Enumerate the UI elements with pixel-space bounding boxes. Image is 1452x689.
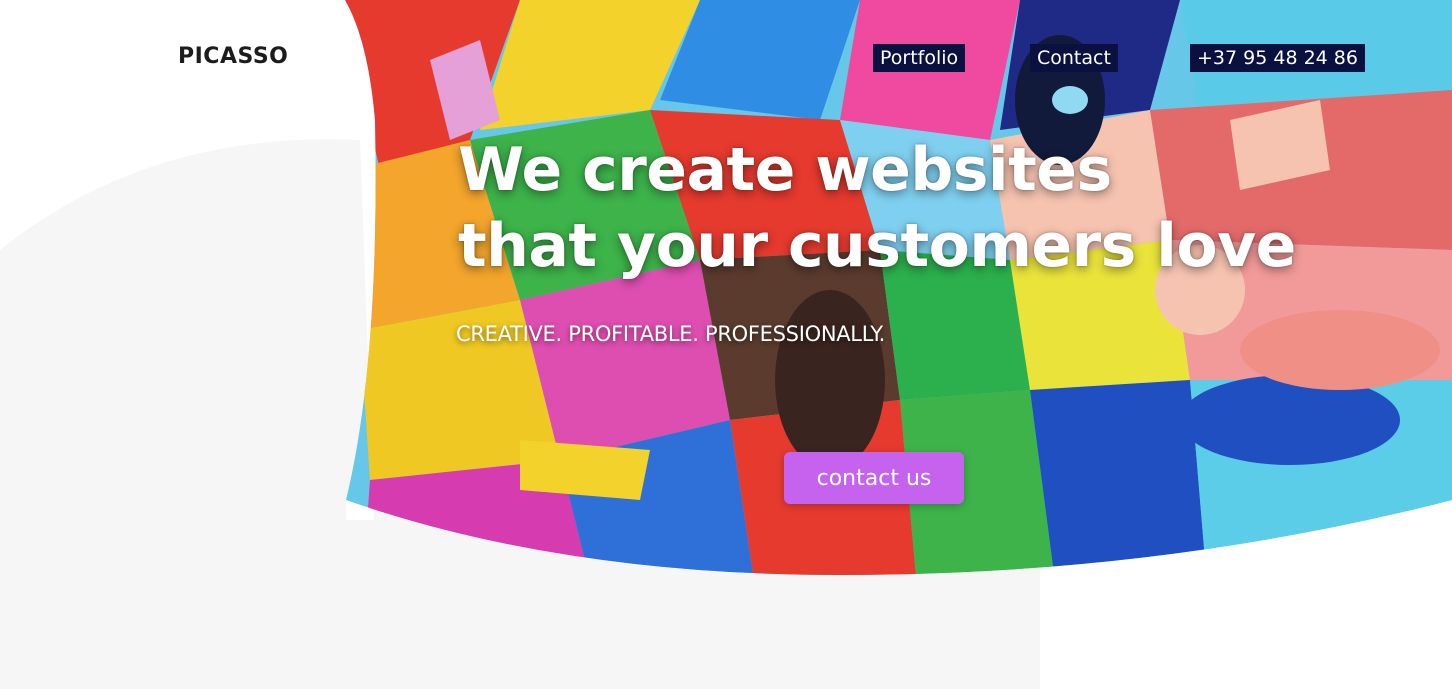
hero-title-line-2: that your customers love — [458, 211, 1296, 281]
hero-title: We create websites that your customers l… — [458, 132, 1296, 284]
nav-link-portfolio[interactable]: Portfolio — [873, 44, 966, 72]
hero-title-line-1: We create websites — [458, 135, 1112, 205]
hero-subtitle: CREATIVE. PROFITABLE. PROFESSIONALLY. — [456, 322, 885, 346]
nav-link-phone[interactable]: +37 95 48 24 86 — [1190, 44, 1365, 72]
contact-us-button[interactable]: contact us — [784, 452, 964, 504]
brand-logo[interactable]: PICASSO — [178, 44, 288, 69]
nav-link-contact[interactable]: Contact — [1030, 44, 1118, 72]
hero-painting-image — [345, 0, 1452, 575]
